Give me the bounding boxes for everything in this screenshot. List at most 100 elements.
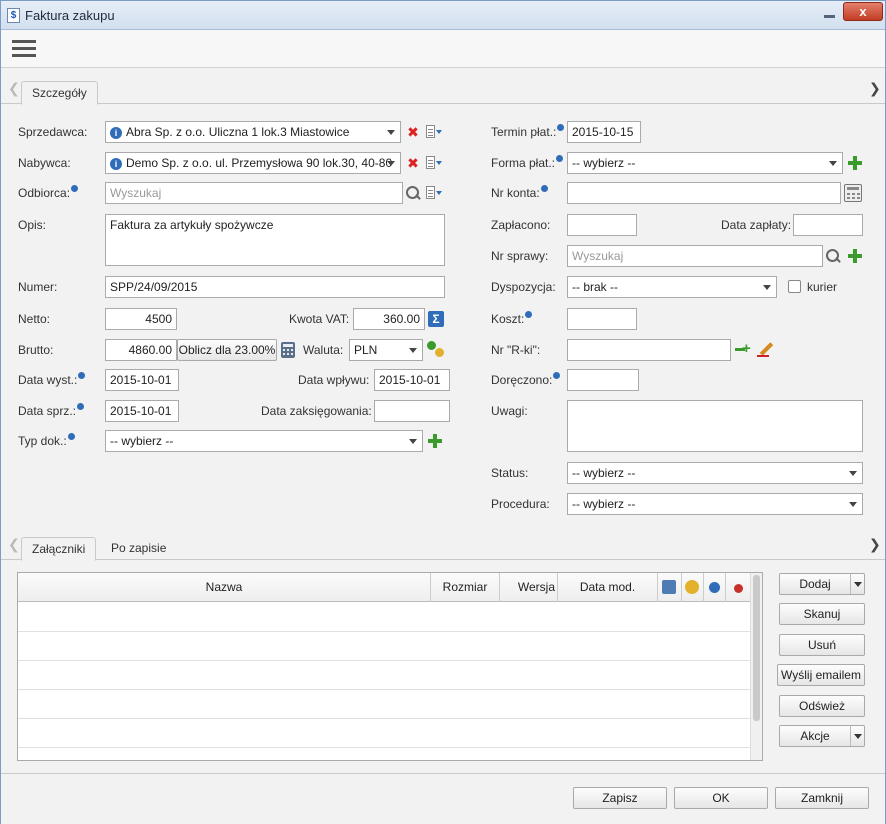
wyslij-emailem-button[interactable]: Wyślij emailem [777, 664, 865, 686]
table-row[interactable] [18, 719, 751, 748]
delete-sprzedawca-icon[interactable]: ✖ [406, 125, 420, 139]
termin-plat-input[interactable]: 2015-10-15 [567, 121, 641, 143]
title-bar: $ Faktura zakupu x [1, 1, 885, 30]
close-window-button[interactable]: x [843, 2, 883, 21]
numer-input[interactable]: SPP/24/09/2015 [105, 276, 445, 298]
zapisz-button[interactable]: Zapisz [573, 787, 667, 809]
add-sprawa-icon[interactable] [847, 248, 863, 264]
sprzedawca-menu-icon[interactable] [426, 124, 442, 140]
data-wplywu-input[interactable]: 2015-10-01 [374, 369, 450, 391]
sum-icon[interactable]: Σ [428, 311, 444, 327]
chevron-down-icon[interactable] [850, 726, 864, 746]
exchange-rate-icon[interactable] [426, 339, 446, 359]
odbiorca-menu-icon[interactable] [426, 185, 442, 201]
zamknij-button[interactable]: Zamknij [775, 787, 869, 809]
nr-sprawy-label: Nr sprawy: [491, 249, 549, 263]
kwota-vat-input[interactable]: 360.00 [353, 308, 425, 330]
uwagi-label: Uwagi: [491, 404, 528, 418]
dialog-footer: Zapisz OK Zamknij [1, 773, 885, 824]
column-header-print[interactable] [658, 573, 682, 602]
opis-textarea[interactable]: Faktura za artykuły spożywcze [105, 214, 445, 266]
status-select[interactable]: -- wybierz -- [567, 462, 863, 484]
column-header-lock[interactable] [682, 573, 704, 602]
sprzedawca-select[interactable]: i Abra Sp. z o.o. Uliczna 1 lok.3 Miastow… [105, 121, 401, 143]
table-row[interactable] [18, 690, 751, 719]
tabs-scroll-left-icon[interactable]: ❮ [8, 536, 20, 553]
dodaj-button[interactable]: Dodaj [779, 573, 865, 595]
zaplacono-label: Zapłacono: [491, 218, 551, 232]
minimize-button[interactable] [819, 4, 841, 22]
akcje-button[interactable]: Akcje [779, 725, 865, 747]
info-icon: i [110, 126, 122, 139]
data-sprz-input[interactable]: 2015-10-01 [105, 400, 179, 422]
kurier-checkbox[interactable] [788, 280, 801, 293]
toolbar [1, 30, 885, 68]
skanuj-button[interactable]: Skanuj [779, 603, 865, 625]
search-icon[interactable] [405, 185, 421, 201]
data-wplywu-label: Data wpływu: [298, 373, 370, 387]
tab-szczegoly[interactable]: Szczegóły [21, 81, 98, 105]
zaplacono-input[interactable] [567, 214, 637, 236]
tab-zalaczniki[interactable]: Załączniki [21, 537, 97, 561]
info-icon [525, 311, 533, 318]
search-icon[interactable] [825, 248, 841, 264]
invoice-window: $ Faktura zakupu x ❮ Szczegóły ❯ Sprzeda… [0, 0, 886, 824]
tabs-scroll-right-icon[interactable]: ❯ [869, 536, 881, 553]
nabywca-menu-icon[interactable] [426, 155, 442, 171]
waluta-select[interactable]: PLN [349, 339, 423, 361]
add-rka-icon[interactable] [735, 340, 753, 358]
nr-sprawy-search-input[interactable]: Wyszukaj [567, 245, 823, 267]
ok-button[interactable]: OK [674, 787, 768, 809]
column-header-pin[interactable] [726, 573, 751, 602]
window-title: Faktura zakupu [25, 8, 115, 23]
keypad-icon[interactable] [844, 184, 862, 202]
dyspozycja-select[interactable]: -- brak -- [567, 276, 777, 298]
procedura-select[interactable]: -- wybierz -- [567, 493, 863, 515]
nr-konta-input[interactable] [567, 182, 841, 204]
tab-po-zapisie[interactable]: Po zapisie [101, 537, 176, 561]
nabywca-select[interactable]: i Demo Sp. z o.o. ul. Przemysłowa 90 lok.… [105, 152, 401, 174]
akcje-label: Akcje [800, 729, 830, 743]
usun-button[interactable]: Usuń [779, 634, 865, 656]
delete-nabywca-icon[interactable]: ✖ [406, 156, 420, 170]
netto-input[interactable]: 4500 [105, 308, 177, 330]
attachments-tabstrip: ❮ Załączniki Po zapisie ❯ [1, 530, 885, 561]
calculator-icon[interactable] [281, 342, 295, 358]
dyspozycja-label: Dyspozycja: [491, 280, 556, 294]
add-forma-plat-icon[interactable] [847, 155, 863, 171]
doreczono-input[interactable] [567, 369, 639, 391]
scrollbar-thumb[interactable] [753, 575, 760, 721]
opis-label: Opis: [18, 218, 47, 232]
column-header-nazwa[interactable]: Nazwa [18, 573, 431, 602]
nr-rki-input[interactable] [567, 339, 731, 361]
odbiorca-search-input[interactable]: Wyszukaj [105, 182, 403, 204]
data-zaksiegowania-input[interactable] [374, 400, 450, 422]
column-header-wersja[interactable]: Wersja [500, 573, 558, 602]
table-row[interactable] [18, 632, 751, 661]
odswiez-button[interactable]: Odśwież [779, 695, 865, 717]
brutto-input[interactable]: 4860.00 [105, 339, 177, 361]
data-zaplaty-input[interactable] [793, 214, 863, 236]
info-icon [77, 403, 85, 410]
tabs-scroll-left-icon[interactable]: ❮ [8, 80, 20, 97]
column-header-data-mod[interactable]: Data mod. [558, 573, 658, 602]
chevron-down-icon[interactable] [850, 574, 864, 594]
edit-rka-icon[interactable] [757, 340, 775, 358]
koszt-input[interactable] [567, 308, 637, 330]
nr-konta-label: Nr konta: [491, 185, 548, 200]
add-typ-dok-icon[interactable] [427, 433, 443, 449]
table-row[interactable] [18, 661, 751, 690]
table-row[interactable] [18, 603, 751, 632]
grid-scrollbar[interactable] [750, 573, 762, 760]
forma-plat-select[interactable]: -- wybierz -- [567, 152, 843, 174]
data-wyst-input[interactable]: 2015-10-01 [105, 369, 179, 391]
column-header-info[interactable] [704, 573, 726, 602]
grid-header: Nazwa Rozmiar Wersja Data mod. [18, 573, 751, 602]
typ-dok-select[interactable]: -- wybierz -- [105, 430, 423, 452]
uwagi-textarea[interactable] [567, 400, 863, 452]
pin-icon [734, 584, 743, 593]
tabs-scroll-right-icon[interactable]: ❯ [869, 80, 881, 97]
hamburger-menu-icon[interactable] [12, 39, 36, 59]
oblicz-vat-button[interactable]: Oblicz dla 23.00% [177, 339, 277, 361]
column-header-rozmiar[interactable]: Rozmiar [431, 573, 500, 602]
